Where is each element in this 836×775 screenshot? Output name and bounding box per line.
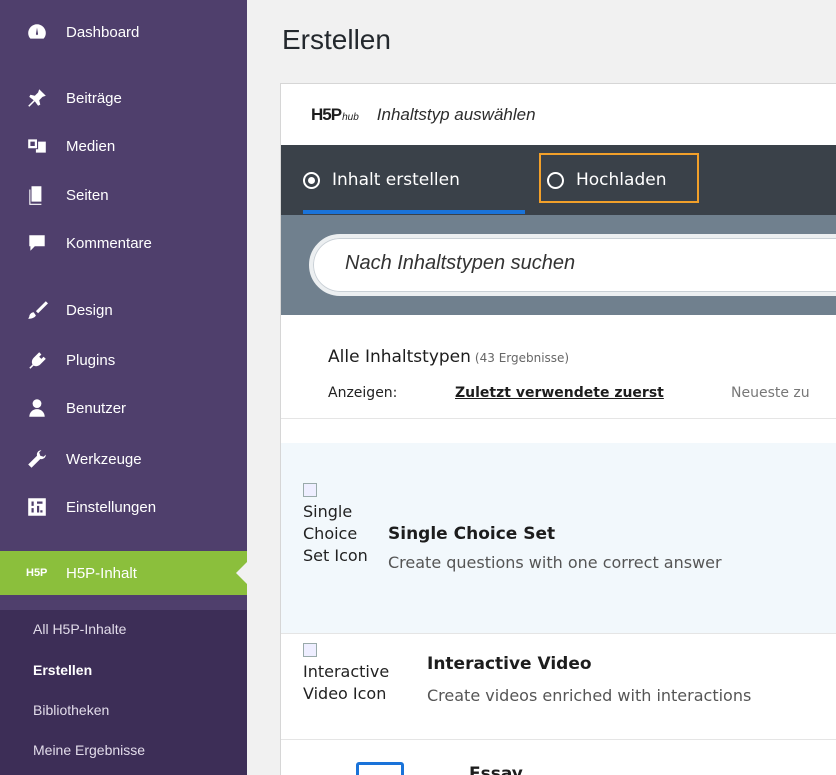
content-type-description: Create questions with one correct answer (388, 553, 722, 572)
active-tab-indicator (303, 210, 525, 214)
menu-label: Einstellungen (66, 498, 157, 516)
menu-tools[interactable]: Werkzeuge (0, 437, 247, 481)
active-menu-arrow (236, 562, 247, 584)
menu-label: Werkzeuge (66, 450, 142, 468)
menu-label: Medien (66, 137, 116, 155)
menu-media[interactable]: Medien (0, 124, 247, 168)
dashboard-icon (26, 21, 56, 43)
comment-icon (26, 232, 56, 254)
menu-settings[interactable]: Einstellungen (0, 485, 247, 529)
content-type-row[interactable]: Single Choice Set Icon Single Choice Set… (281, 443, 836, 634)
content-type-title: Essay (469, 764, 523, 775)
menu-label: Beiträge (66, 89, 122, 107)
menu-users[interactable]: Benutzer (0, 386, 247, 430)
hub-title: Inhaltstyp auswählen (376, 104, 536, 124)
menu-label: Dashboard (66, 23, 140, 41)
h5p-icon: H5P (26, 567, 48, 579)
h5p-hub-logo: H5P hub (311, 105, 359, 125)
menu-plugins[interactable]: Plugins (0, 338, 247, 382)
tab-label: Inhalt erstellen (332, 170, 460, 190)
media-icon (26, 135, 56, 157)
icon-alt-text: Single Choice Set Icon (303, 502, 368, 565)
menu-design[interactable]: Design (0, 288, 247, 332)
all-content-types-heading: Alle Inhaltstypen (43 Ergebnisse) (328, 347, 569, 367)
sort-label: Anzeigen: (328, 385, 398, 401)
menu-pages[interactable]: Seiten (0, 173, 247, 217)
user-icon (26, 397, 56, 419)
broken-image-icon (303, 643, 317, 657)
menu-comments[interactable]: Kommentare (0, 221, 247, 265)
essay-icon (356, 762, 404, 775)
plugin-icon (26, 349, 56, 371)
submenu-libraries[interactable]: Bibliotheken (33, 702, 109, 718)
search-input[interactable]: Nach Inhaltstypen suchen (309, 234, 836, 296)
sort-newest[interactable]: Neueste zu (731, 385, 810, 401)
submenu-my-results[interactable]: Meine Ergebnisse (33, 742, 145, 758)
page-title: Erstellen (282, 24, 391, 55)
menu-posts[interactable]: Beiträge (0, 76, 247, 120)
pages-icon (26, 184, 56, 206)
sort-recently-used[interactable]: Zuletzt verwendete zuerst (455, 385, 664, 401)
search-band: Nach Inhaltstypen suchen (281, 215, 836, 315)
menu-label: Kommentare (66, 234, 152, 252)
single-choice-set-icon: Single Choice Set Icon (303, 483, 383, 567)
heading-text: Alle Inhaltstypen (328, 347, 471, 367)
menu-label: Plugins (66, 351, 116, 369)
tab-create-content[interactable]: Inhalt erstellen (303, 145, 525, 215)
menu-h5p-content[interactable]: H5P H5P-Inhalt (0, 551, 247, 595)
result-count: (43 Ergebnisse) (474, 351, 570, 365)
menu-label: Seiten (66, 186, 109, 204)
radio-selected-icon (303, 171, 320, 189)
h5p-submenu: All H5P-Inhalte Erstellen Bibliotheken M… (0, 610, 247, 775)
logo-h5p-text: H5P (311, 104, 342, 124)
menu-label: Design (66, 301, 113, 319)
content-type-title: Single Choice Set (388, 524, 556, 544)
menu-label: H5P-Inhalt (66, 564, 137, 582)
broken-image-icon (303, 483, 317, 497)
logo-hub-text: hub (342, 111, 359, 123)
search-placeholder: Nach Inhaltstypen suchen (345, 252, 576, 274)
icon-alt-text: Interactive Video Icon (303, 662, 390, 703)
wrench-icon (26, 448, 56, 470)
brush-icon (26, 299, 56, 321)
content-type-row[interactable]: Interactive Video Icon Interactive Video… (281, 634, 836, 740)
pin-icon (26, 87, 56, 109)
admin-sidebar: Dashboard Beiträge Medien Seiten Komment… (0, 0, 247, 775)
upload-tab-highlight (539, 153, 699, 203)
interactive-video-icon: Interactive Video Icon (303, 643, 413, 705)
content-type-title: Interactive Video (427, 654, 592, 674)
settings-icon (26, 496, 56, 518)
content-type-row[interactable]: Essay (281, 740, 836, 775)
content-type-description: Create videos enriched with interactions (427, 686, 752, 705)
submenu-all-h5p[interactable]: All H5P-Inhalte (33, 621, 126, 637)
menu-dashboard[interactable]: Dashboard (0, 10, 247, 54)
menu-label: Benutzer (66, 399, 127, 417)
hub-header: H5P hub Inhaltstyp auswählen (281, 84, 836, 145)
content-list-header: Alle Inhaltstypen (43 Ergebnisse) Anzeige… (281, 315, 836, 419)
submenu-create[interactable]: Erstellen (33, 662, 92, 678)
h5p-hub-panel: H5P hub Inhaltstyp auswählen Inhalt erst… (280, 83, 836, 775)
